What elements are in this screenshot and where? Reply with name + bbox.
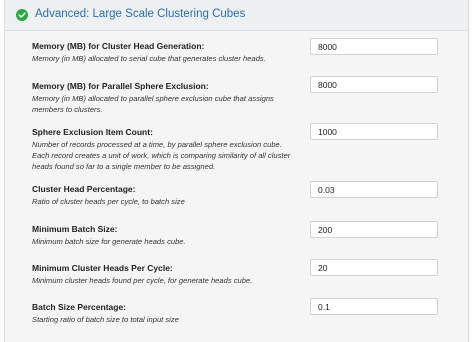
field-description: Minimum batch size for generate heads cu… xyxy=(32,237,186,246)
field-label: Cluster Head Percentage: xyxy=(32,184,136,194)
field-description: Ratio of cluster heads per cycle, to bat… xyxy=(32,197,185,206)
section-header[interactable]: Advanced: Large Scale Clustering Cubes xyxy=(5,0,468,31)
cluster-head-memory-input[interactable] xyxy=(310,38,438,55)
advanced-settings-panel: Advanced: Large Scale Clustering Cubes M… xyxy=(4,0,469,342)
field-label: Sphere Exclusion Item Count: xyxy=(32,127,153,137)
field-description: Memory (in MB) allocated to serial cube … xyxy=(32,54,266,63)
sphere-exclusion-item-count-input[interactable] xyxy=(310,123,438,140)
field-label: Minimum Cluster Heads Per Cycle: xyxy=(32,263,173,273)
minimum-cluster-heads-input[interactable] xyxy=(310,259,438,276)
field-label: Memory (MB) for Cluster Head Generation: xyxy=(32,41,205,51)
field-label: Minimum Batch Size: xyxy=(32,224,118,234)
cluster-head-percentage-input[interactable] xyxy=(310,181,438,198)
section-title[interactable]: Advanced: Large Scale Clustering Cubes xyxy=(35,8,245,20)
check-circle-icon xyxy=(16,9,28,21)
field-description: Memory (in MB) allocated to parallel sph… xyxy=(32,94,274,114)
field-description: Number of records processed at a time, b… xyxy=(32,140,291,171)
field-label: Memory (MB) for Parallel Sphere Exclusio… xyxy=(32,81,209,91)
field-description: Minimum cluster heads found per cycle, f… xyxy=(32,276,253,285)
batch-size-percentage-input[interactable] xyxy=(310,298,438,315)
sphere-exclusion-memory-input[interactable] xyxy=(310,76,438,93)
minimum-batch-size-input[interactable] xyxy=(310,221,438,238)
field-label: Batch Size Percentage: xyxy=(32,302,127,312)
field-description: Starting ratio of batch size to total in… xyxy=(32,315,179,324)
